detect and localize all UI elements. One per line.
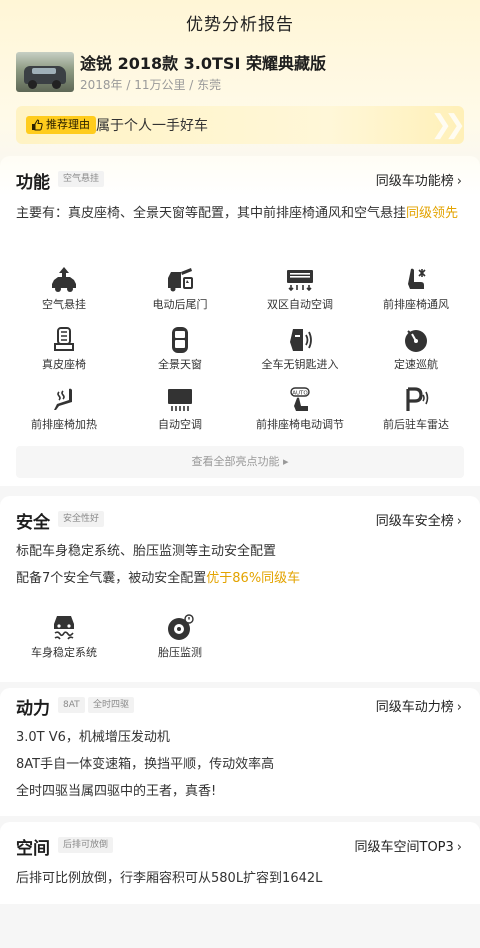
feature-seat-heating[interactable]: 前排座椅加热 [4, 386, 124, 438]
feature-label: 全车无钥匙进入 [261, 358, 339, 371]
car-name: 途锐 2018款 3.0TSI 荣耀典藏版 [80, 54, 326, 73]
space-rank-link[interactable]: 同级车空间TOP3 › [355, 836, 463, 855]
thumbs-up-icon [32, 119, 43, 131]
car-meta: 2018年 / 11万公里 / 东莞 [80, 78, 222, 92]
safety-card: 安全 安全性好 同级车安全榜 › 标配车身稳定系统、胎压监测等主动安全配置 配备7… [0, 496, 480, 682]
dual-zone-ac-icon [287, 270, 313, 292]
safety-title: 安全 [16, 513, 50, 533]
space-rank-label: 同级车空间TOP3 [354, 840, 454, 855]
space-line: 后排可比例放倒，行李厢容积可从580L扩容到1642L [16, 871, 323, 886]
seat-ventilation-icon [408, 268, 426, 289]
safety-rank-label: 同级车安全榜 [375, 514, 454, 529]
chevron-right-icon: › [456, 174, 462, 189]
feature-label: 真皮座椅 [42, 358, 86, 371]
feature-label: 胎压监测 [158, 646, 202, 659]
feature-leather-seat[interactable]: 真皮座椅 [4, 326, 124, 378]
function-tag: 空气悬挂 [58, 171, 105, 187]
safety-line-2-text: 配备7个安全气囊，被动安全配置 [16, 571, 207, 586]
function-rank-label: 同级车功能榜 [375, 174, 454, 189]
feature-power-seat[interactable]: AUTO 前排座椅电动调节 [240, 386, 360, 438]
feature-air-suspension[interactable]: 空气悬挂 [4, 266, 124, 318]
feature-keyless-entry[interactable]: 全车无钥匙进入 [240, 326, 360, 378]
feature-auto-ac[interactable]: 自动空调 [120, 386, 240, 438]
decorative-arrows-icon: ❯❯ [430, 110, 464, 140]
feature-label: 空气悬挂 [42, 298, 86, 311]
chevron-right-icon: › [456, 700, 462, 715]
function-rank-link[interactable]: 同级车功能榜 › [376, 170, 462, 189]
power-line-3: 全时四驱当属四驱中的王者，真香! [16, 784, 217, 799]
feature-tire-pressure[interactable]: 胎压监测 [120, 614, 240, 666]
recommend-reason-label: 推荐理由 [46, 118, 90, 131]
power-tag-drivetrain: 全时四驱 [88, 697, 135, 713]
view-all-features-button[interactable]: 查看全部亮点功能 ▸ [16, 446, 464, 478]
power-rank-label: 同级车动力榜 [375, 700, 454, 715]
space-tag: 后排可放倒 [58, 837, 114, 853]
leather-seat-icon [54, 327, 74, 351]
feature-stability-control[interactable]: 车身稳定系统 [4, 614, 124, 666]
feature-cruise-control[interactable]: 定速巡航 [356, 326, 476, 378]
feature-label: 前排座椅加热 [31, 418, 97, 431]
feature-label: 定速巡航 [394, 358, 438, 371]
power-tailgate-icon [168, 268, 193, 292]
power-line-2: 8AT手自一体变速箱，换挡平顺，传动效率高 [16, 757, 275, 772]
function-desc-text: 主要有：真皮座椅、全景天窗等配置，其中前排座椅通风和空气悬挂 [16, 206, 407, 221]
feature-seat-ventilation[interactable]: 前排座椅通风 [356, 266, 476, 318]
keyless-entry-icon [290, 329, 312, 351]
feature-label: 全景天窗 [158, 358, 202, 371]
feature-label: 前排座椅通风 [383, 298, 449, 311]
safety-tag: 安全性好 [58, 511, 105, 527]
recommend-reason-text: 属于个人一手好车 [96, 118, 208, 134]
safety-rank-link[interactable]: 同级车安全榜 › [376, 510, 462, 529]
safety-line-2-highlight: 优于86%同级车 [206, 571, 301, 586]
car-thumbnail [16, 52, 74, 92]
auto-ac-icon [168, 389, 192, 411]
safety-line-1: 标配车身稳定系统、胎压监测等主动安全配置 [16, 544, 277, 559]
chevron-right-icon: › [456, 514, 462, 529]
recommend-reason-tag: 推荐理由 [26, 116, 96, 134]
power-title: 动力 [16, 699, 50, 719]
space-title: 空间 [16, 839, 50, 859]
feature-parking-radar[interactable]: 前后驻车雷达 [356, 386, 476, 438]
feature-label: 双区自动空调 [267, 298, 333, 311]
feature-label: 车身稳定系统 [31, 646, 97, 659]
parking-radar-icon [406, 387, 429, 411]
panoramic-sunroof-icon [172, 327, 188, 353]
cruise-control-icon [405, 330, 427, 352]
function-description: 主要有：真皮座椅、全景天窗等配置，其中前排座椅通风和空气悬挂同级领先 [16, 203, 464, 225]
feature-label: 电动后尾门 [152, 298, 208, 311]
air-suspension-icon [52, 267, 76, 292]
tire-pressure-icon [168, 614, 194, 640]
power-seat-icon: AUTO [290, 387, 310, 411]
space-card: 空间 后排可放倒 同级车空间TOP3 › 后排可比例放倒，行李厢容积可从580L扩… [0, 822, 480, 904]
function-desc-highlight: 同级领先 [406, 206, 459, 221]
recommend-reason-bar: 推荐理由 属于个人一手好车 ❯❯ [16, 106, 464, 144]
feature-dual-zone-ac[interactable]: 双区自动空调 [240, 266, 360, 318]
feature-power-tailgate[interactable]: 电动后尾门 [120, 266, 240, 318]
function-card: 功能 空气悬挂 同级车功能榜 › 主要有：真皮座椅、全景天窗等配置，其中前排座椅通… [0, 156, 480, 486]
seat-heating-icon [54, 388, 72, 410]
stability-control-icon [54, 616, 74, 640]
feature-label: 前后驻车雷达 [383, 418, 449, 431]
power-rank-link[interactable]: 同级车动力榜 › [376, 696, 462, 715]
feature-label: 前排座椅电动调节 [256, 418, 344, 431]
function-title: 功能 [16, 173, 50, 193]
feature-panoramic-sunroof[interactable]: 全景天窗 [120, 326, 240, 378]
chevron-right-icon: › [456, 840, 462, 855]
power-card: 动力 8AT 全时四驱 同级车动力榜 › 3.0T V6，机械增压发动机 8AT手… [0, 688, 480, 816]
page-title: 优势分析报告 [186, 15, 294, 35]
power-tag-transmission: 8AT [58, 697, 85, 713]
svg-text:AUTO: AUTO [292, 391, 308, 397]
safety-line-2: 配备7个安全气囊，被动安全配置优于86%同级车 [16, 568, 464, 590]
feature-label: 自动空调 [158, 418, 202, 431]
power-line-1: 3.0T V6，机械增压发动机 [16, 730, 170, 745]
